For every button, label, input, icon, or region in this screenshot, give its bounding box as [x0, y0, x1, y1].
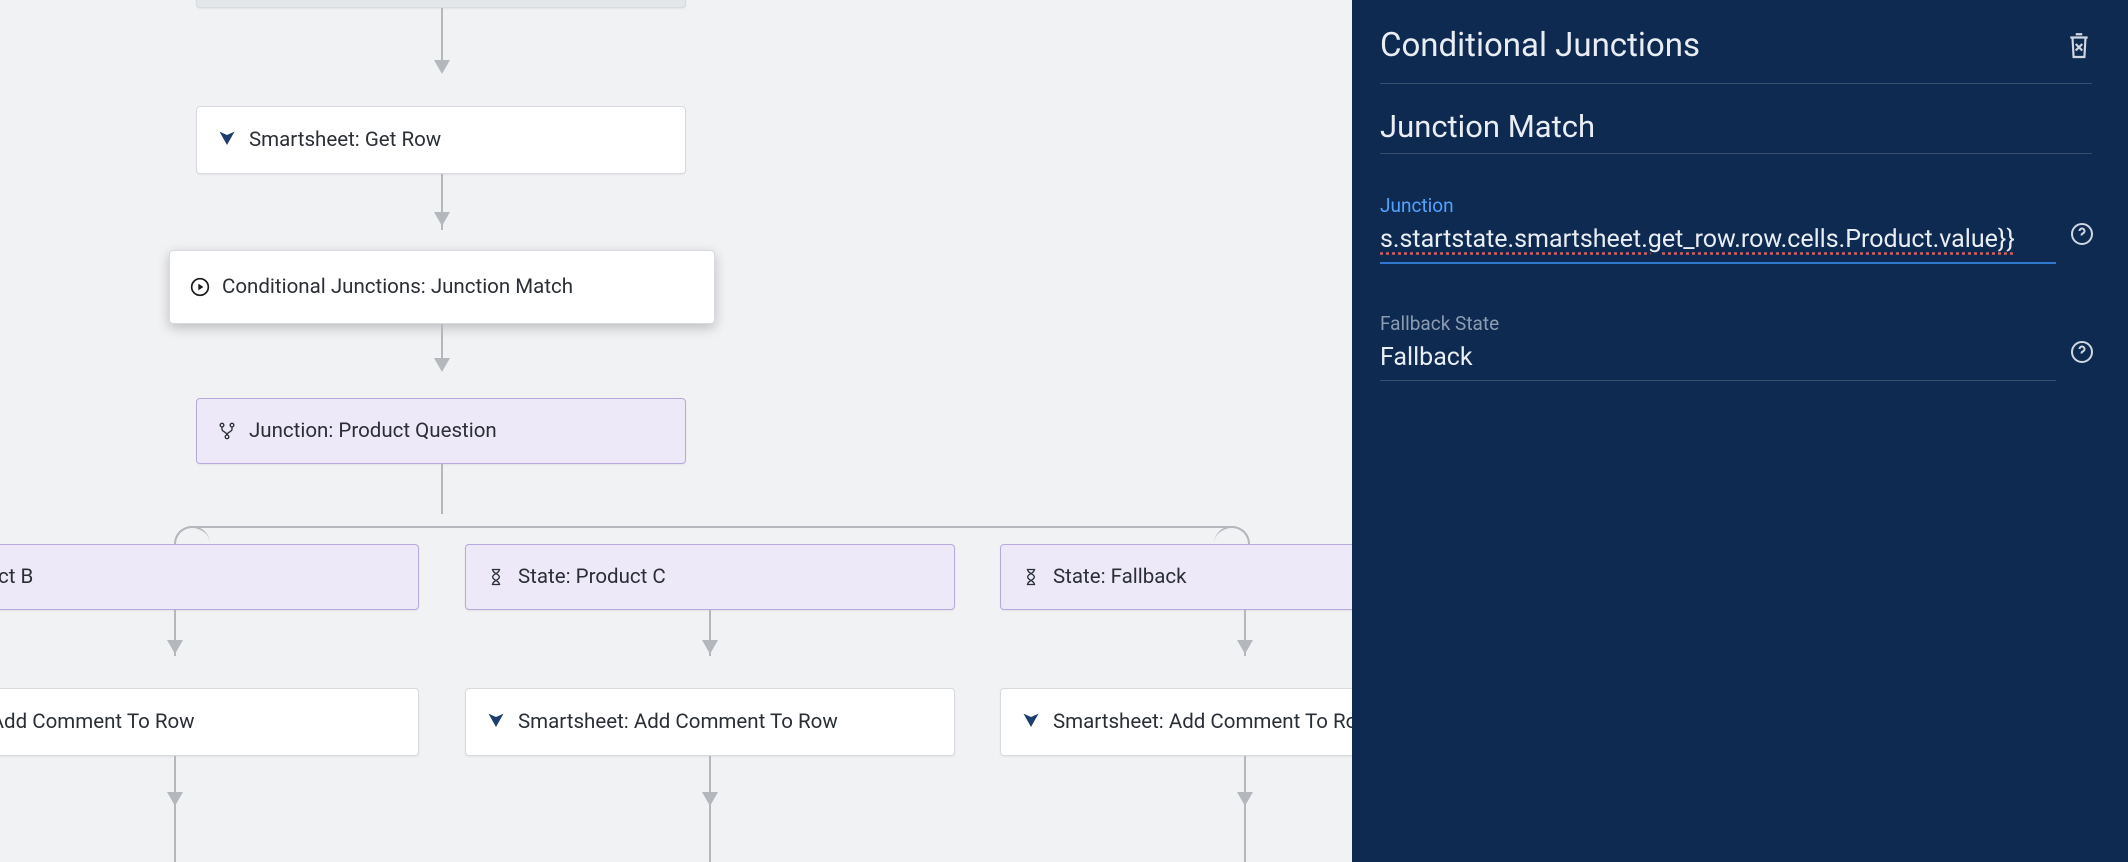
arrow-icon — [434, 212, 450, 226]
hourglass-icon — [486, 567, 506, 587]
node-add-comment-b[interactable]: artsheet: Add Comment To Row — [0, 688, 419, 756]
node-add-comment-f[interactable]: Smartsheet: Add Comment To Row — [1000, 688, 1352, 756]
branch-icon — [217, 421, 237, 441]
connector — [174, 820, 176, 862]
node-get-row[interactable]: Smartsheet: Get Row — [196, 106, 686, 174]
smartsheet-icon — [217, 130, 237, 150]
connector — [1244, 820, 1246, 862]
field-junction: Junction s.startstate.smartsheet.get_row… — [1380, 194, 2092, 264]
arrow-icon — [702, 792, 718, 806]
smartsheet-icon — [1021, 712, 1041, 732]
node-label: Smartsheet: Add Comment To Row — [518, 710, 838, 734]
node-label: artsheet: Add Comment To Row — [0, 710, 195, 734]
field-label-fallback: Fallback State — [1380, 312, 2092, 335]
node-state-product-b[interactable]: ate: Product B — [0, 544, 419, 610]
node-junction-match[interactable]: Conditional Junctions: Junction Match — [169, 250, 715, 324]
node-state-product-c[interactable]: State: Product C — [465, 544, 955, 610]
field-label-junction: Junction — [1380, 194, 2092, 217]
arrow-icon — [167, 792, 183, 806]
smartsheet-icon — [486, 712, 506, 732]
arrow-icon — [1237, 640, 1253, 654]
field-fallback-state: Fallback State Fallback — [1380, 312, 2092, 381]
play-icon — [190, 277, 210, 297]
connector — [1244, 756, 1246, 826]
node-label: Conditional Junctions: Junction Match — [222, 275, 573, 299]
connector — [709, 756, 711, 826]
sidebar-subtitle: Junction Match — [1380, 84, 2092, 154]
fallback-state-input[interactable]: Fallback — [1380, 341, 2056, 381]
help-icon[interactable] — [2070, 222, 2094, 246]
node-product-question[interactable]: Junction: Product Question — [196, 398, 686, 464]
properties-sidebar: Conditional Junctions Junction Match Jun… — [1352, 0, 2128, 862]
node-label: State: Product C — [518, 565, 666, 589]
flow-canvas[interactable]: State: Startstate Smartsheet: Get Row Co… — [0, 0, 1352, 862]
help-icon[interactable] — [2070, 340, 2094, 364]
junction-input[interactable]: s.startstate.smartsheet.get_row.row.cell… — [1380, 223, 2056, 264]
arrow-icon — [167, 640, 183, 654]
node-add-comment-c[interactable]: Smartsheet: Add Comment To Row — [465, 688, 955, 756]
node-startstate[interactable]: State: Startstate — [196, 0, 686, 8]
connector — [441, 8, 443, 68]
sidebar-header: Conditional Junctions — [1380, 26, 2092, 84]
connector — [174, 756, 176, 826]
arrow-icon — [434, 358, 450, 372]
node-state-fallback[interactable]: State: Fallback — [1000, 544, 1352, 610]
node-label: Junction: Product Question — [249, 419, 497, 443]
hourglass-icon — [1021, 567, 1041, 587]
connector — [709, 820, 711, 862]
node-label: Smartsheet: Get Row — [249, 128, 441, 152]
sidebar-title: Conditional Junctions — [1380, 26, 1700, 65]
node-label: ate: Product B — [0, 565, 33, 589]
arrow-icon — [702, 640, 718, 654]
arrow-icon — [1237, 792, 1253, 806]
delete-button[interactable] — [2066, 31, 2092, 61]
node-label: State: Fallback — [1053, 565, 1187, 589]
connector-split — [174, 526, 1250, 546]
connector — [441, 464, 443, 514]
arrow-icon — [434, 60, 450, 74]
node-label: Smartsheet: Add Comment To Row — [1053, 710, 1352, 734]
